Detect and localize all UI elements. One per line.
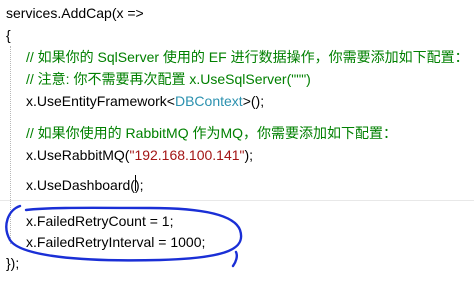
code-token-call-end: ); xyxy=(244,147,254,163)
code-comment-rabbitmq: // 如果你使用的 RabbitMQ 作为MQ，你需要添加如下配置： xyxy=(26,125,398,141)
code-line-use-dashboard: x.UseDashboard(); xyxy=(26,177,144,193)
text-cursor xyxy=(135,175,136,191)
code-line-addcap: services.AddCap(x => xyxy=(6,5,144,21)
code-token-method: x.UseEntityFramework< xyxy=(26,93,175,109)
code-line-use-rabbitmq: x.UseRabbitMQ("192.168.100.141"); xyxy=(6,144,253,166)
code-line-failed-retry-interval: x.FailedRetryInterval = 1000; xyxy=(26,234,206,250)
code-line-close: }); xyxy=(6,255,20,271)
code-token-type: DBContext xyxy=(174,93,243,109)
code-line-use-entity-framework: x.UseEntityFramework<DBContext>(); xyxy=(6,90,264,112)
code-editor[interactable]: services.AddCap(x => { // 如果你的 SqlServer… xyxy=(0,0,474,281)
code-token-string: "192.168.100.141" xyxy=(129,147,245,163)
code-token-method: x.UseRabbitMQ( xyxy=(26,147,130,163)
code-comment-note: // 注意: 你不需要再次配置 x.UseSqlServer(""") xyxy=(26,71,311,87)
code-token-call-end: >(); xyxy=(242,93,265,109)
code-line-open-brace: { xyxy=(6,27,11,43)
code-comment-sqlserver: // 如果你的 SqlServer 使用的 EF 进行数据操作，你需要添加如下配… xyxy=(26,49,469,65)
editor-separator xyxy=(0,200,474,201)
code-line-failed-retry-count: x.FailedRetryCount = 1; xyxy=(26,213,174,229)
